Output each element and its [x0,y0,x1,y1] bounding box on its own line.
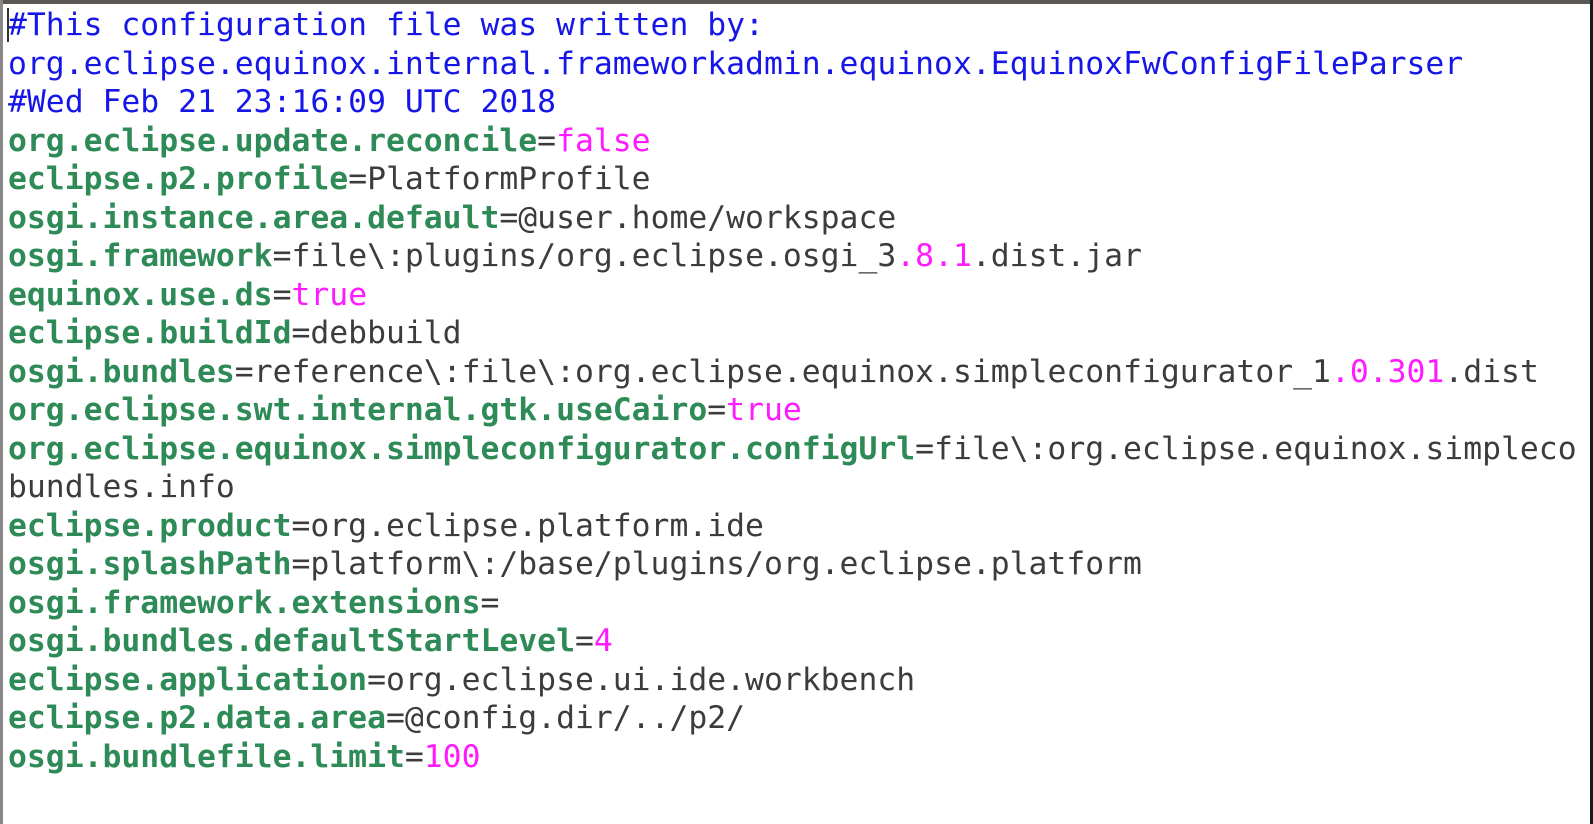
property-value: =org.eclipse.platform.ide [291,507,764,544]
window-left-border [0,0,3,824]
text-editor[interactable]: #This configuration file was written by:… [8,6,1590,824]
property-value: =@user.home/workspace [499,199,897,236]
editor-line[interactable]: org.eclipse.swt.internal.gtk.useCairo=tr… [8,391,1590,430]
editor-line[interactable]: org.eclipse.update.reconcile=false [8,122,1590,161]
property-value: =PlatformProfile [348,161,651,197]
property-key: org.eclipse.equinox.simpleconfigurator.c… [8,430,916,467]
window-top-border [0,0,1593,4]
property-key: org.eclipse.swt.internal.gtk.useCairo [8,392,708,428]
property-key: eclipse.p2.profile [8,161,349,197]
editor-line[interactable]: osgi.bundles=reference\:file\:org.eclips… [8,353,1590,392]
property-key: eclipse.p2.data.area [8,700,386,736]
text-cursor [7,8,9,42]
property-key: osgi.bundles.defaultStartLevel [8,623,575,659]
property-key: eclipse.buildId [8,315,292,351]
property-key: eclipse.application [8,661,368,698]
property-value: =platform\:/base/plugins/org.eclipse.pla… [291,546,1142,582]
editor-line[interactable]: eclipse.p2.profile=PlatformProfile [8,160,1590,199]
property-key: osgi.splashPath [8,546,292,582]
property-key: org.eclipse.update.reconcile [8,122,538,159]
editor-line[interactable]: osgi.splashPath=platform\:/base/plugins/… [8,545,1590,584]
literal-value: true [726,392,802,428]
property-value: = [537,122,557,159]
property-value: =org.eclipse.ui.ide.workbench [367,661,916,698]
property-value: .dist.jar [971,238,1142,274]
property-value: .dist [1444,353,1539,390]
comment-text: #This configuration file was written by: [8,7,764,43]
editor-line[interactable]: equinox.use.ds=true [8,276,1590,315]
editor-line[interactable]: osgi.framework=file\:plugins/org.eclipse… [8,237,1590,276]
property-value: bundles.info [8,469,235,505]
literal-value: .8.1 [896,238,972,274]
property-key: osgi.instance.area.default [8,199,500,236]
editor-line[interactable]: org.eclipse.equinox.simpleconfigurator.c… [8,430,1590,469]
editor-line[interactable]: #Wed Feb 21 23:16:09 UTC 2018 [8,83,1590,122]
editor-line[interactable]: eclipse.product=org.eclipse.platform.ide [8,507,1590,546]
property-key: osgi.bundles [8,353,235,390]
property-key: equinox.use.ds [8,276,273,313]
editor-line[interactable]: #This configuration file was written by: [8,6,1590,45]
literal-value: 4 [593,623,613,659]
editor-line[interactable]: org.eclipse.equinox.internal.frameworkad… [8,45,1590,84]
editor-line[interactable]: eclipse.application=org.eclipse.ui.ide.w… [8,661,1590,700]
editor-line[interactable]: bundles.info [8,468,1590,507]
property-key: osgi.framework.extensions [8,584,481,621]
property-value: = [404,738,424,775]
editor-line[interactable]: eclipse.p2.data.area=@config.dir/../p2/ [8,699,1590,738]
property-value: =file\:org.eclipse.equinox.simpleco [915,430,1577,467]
comment-text: #Wed Feb 21 23:16:09 UTC 2018 [8,84,557,120]
editor-line[interactable]: osgi.bundles.defaultStartLevel=4 [8,622,1590,661]
comment-text: org.eclipse.equinox.internal.frameworkad… [8,45,1464,82]
editor-line[interactable]: osgi.bundlefile.limit=100 [8,738,1590,777]
property-value: =file\:plugins/org.eclipse.osgi_3 [272,238,897,274]
property-key: osgi.bundlefile.limit [8,738,405,775]
property-key: osgi.framework [8,238,273,274]
literal-value: false [556,122,651,159]
literal-value: .0.301 [1330,353,1445,390]
property-value: =reference\:file\:org.eclipse.equinox.si… [234,353,1331,390]
property-value: = [480,584,500,621]
property-value: = [707,392,727,428]
editor-line[interactable]: eclipse.buildId=debbuild [8,314,1590,353]
editor-line[interactable]: osgi.framework.extensions= [8,584,1590,623]
property-value: =@config.dir/../p2/ [385,700,746,736]
literal-value: true [291,276,368,313]
property-value: = [272,276,292,313]
property-value: = [574,623,594,659]
property-key: eclipse.product [8,507,292,544]
property-value: =debbuild [291,315,462,351]
editor-line[interactable]: osgi.instance.area.default=@user.home/wo… [8,199,1590,238]
literal-value: 100 [423,738,481,775]
